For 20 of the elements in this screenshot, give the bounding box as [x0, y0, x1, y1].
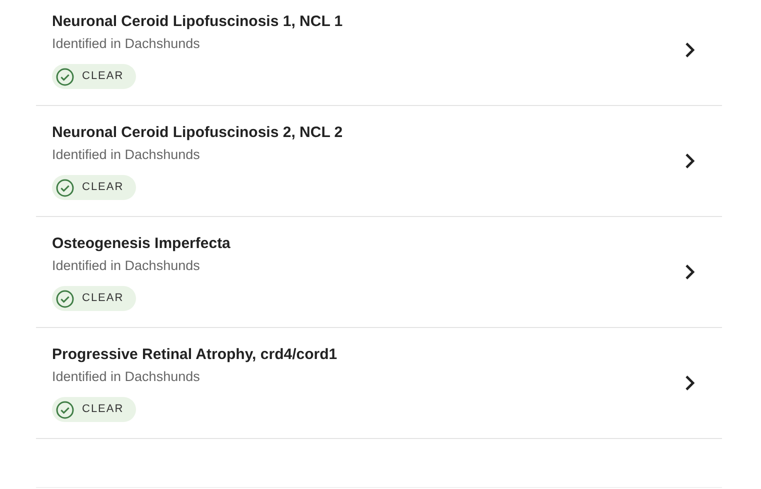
test-title: Neuronal Ceroid Lipofuscinosis 1, NCL 1 [52, 12, 344, 32]
test-title: Neuronal Ceroid Lipofuscinosis 2, NCL 2 [52, 123, 344, 143]
chevron-right-icon[interactable] [684, 374, 696, 392]
status-badge: CLEAR [52, 64, 136, 89]
status-badge: CLEAR [52, 286, 136, 311]
test-subtitle: Identified in Dachshunds [52, 257, 201, 275]
test-title: Osteogenesis Imperfecta [52, 234, 232, 254]
test-subtitle: Identified in Dachshunds [52, 146, 201, 164]
status-badge: CLEAR [52, 175, 136, 200]
check-circle-icon [56, 68, 74, 86]
test-subtitle: Identified in Dachshunds [52, 35, 201, 53]
chevron-right-icon[interactable] [684, 152, 696, 170]
check-circle-icon [56, 290, 74, 308]
check-circle-icon [56, 400, 74, 418]
test-subtitle: Identified in Dachshunds [52, 368, 201, 386]
test-title: Progressive Retinal Atrophy, crd4/cord1 [52, 345, 338, 365]
check-circle-icon [56, 178, 74, 196]
chevron-right-icon[interactable] [684, 263, 696, 281]
chevron-right-icon[interactable] [684, 41, 696, 59]
status-badge: CLEAR [52, 397, 136, 422]
